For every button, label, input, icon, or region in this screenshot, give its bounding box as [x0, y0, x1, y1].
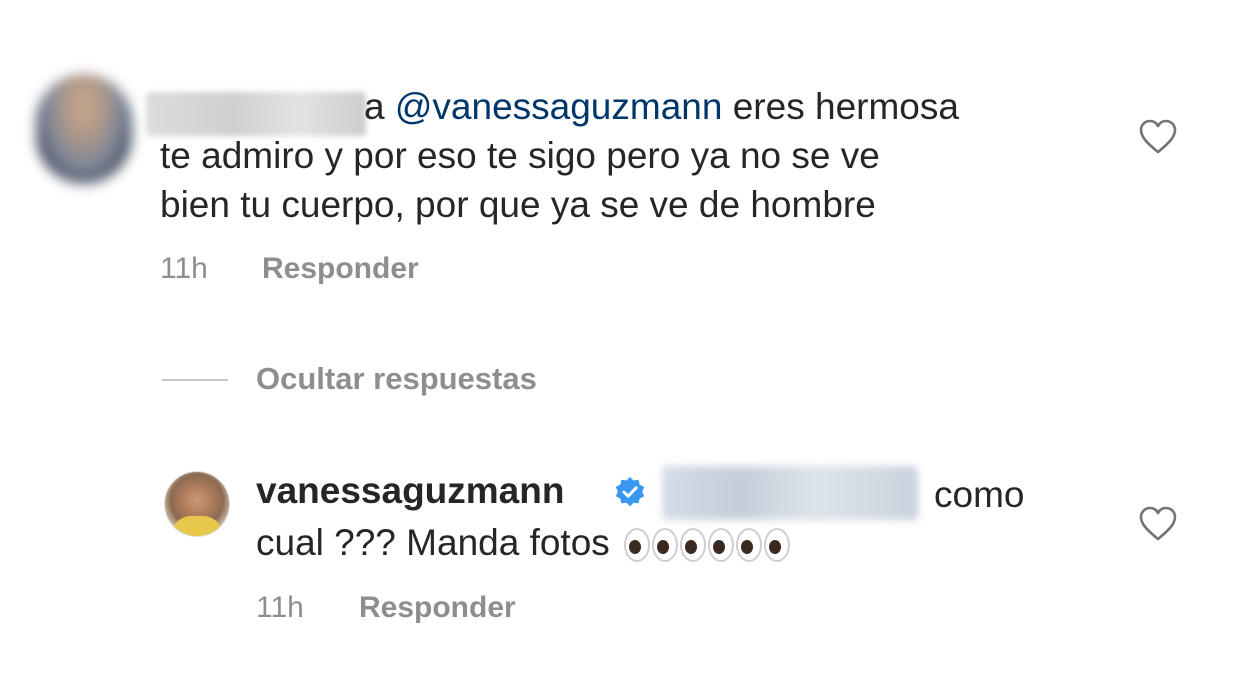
comment-timestamp: 11h: [160, 252, 208, 285]
eye-emoji-part: [680, 528, 707, 563]
verified-badge-icon: [615, 477, 645, 507]
comment-prefix: a: [364, 86, 385, 127]
mention-link[interactable]: @vanessaguzmann: [395, 86, 723, 127]
hide-replies-button[interactable]: Ocultar respuestas: [256, 361, 537, 397]
verified-user-avatar[interactable]: [164, 471, 230, 537]
reply-text-line2: cual ??? Manda fotos: [256, 518, 791, 567]
comment-text-line1: a @vanessaguzmann eres hermosa: [364, 82, 959, 131]
reply-timestamp: 11h: [256, 591, 304, 624]
eye-emoji-part: [736, 528, 763, 563]
eye-emoji-part: [708, 528, 735, 563]
comment-text-line2: te admiro y por eso te sigo pero ya no s…: [160, 135, 880, 176]
heart-outline-icon[interactable]: [1139, 506, 1177, 542]
reply-button[interactable]: Responder: [262, 252, 419, 286]
comment-text-end: eres hermosa: [722, 86, 959, 127]
commenter-username-blurred[interactable]: [146, 92, 366, 136]
mentioned-username-blurred[interactable]: [662, 466, 918, 520]
avatar-shirt: [171, 516, 223, 536]
eye-emoji-part: [624, 528, 651, 563]
reply-text-line1-end: como: [934, 474, 1025, 515]
eye-emoji-part: [764, 528, 791, 563]
eyes-emoji-group: [624, 528, 791, 563]
commenter-avatar-blurred[interactable]: [36, 74, 132, 184]
eye-emoji-part: [652, 528, 679, 563]
replies-divider: [162, 379, 228, 381]
heart-outline-icon[interactable]: [1139, 119, 1177, 155]
reply-reply-button[interactable]: Responder: [359, 591, 516, 625]
reply-text: cual ??? Manda fotos: [256, 522, 610, 563]
comment-text-line3: bien tu cuerpo, por que ya se ve de homb…: [160, 184, 876, 225]
reply-username[interactable]: vanessaguzmann: [256, 470, 564, 512]
